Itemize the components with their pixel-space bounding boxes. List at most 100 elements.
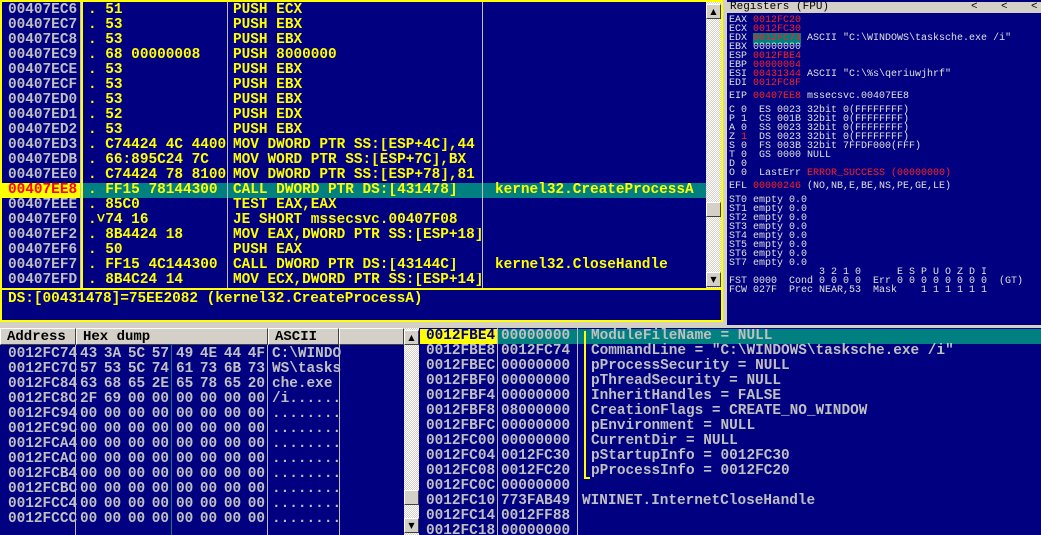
stack-row[interactable]: 0012FC04 0012FC30 pStartupInfo = 0012FC30 bbox=[420, 449, 1041, 464]
disassembly-row[interactable]: 00407EEE . 85C0 TEST EAX,EAX bbox=[2, 198, 706, 213]
stack-comment: CommandLine = "C:\WINDOWS\tasksche.exe /… bbox=[591, 343, 954, 359]
instruction-hex: .˅74 16 bbox=[88, 213, 149, 228]
instruction-text: MOV DWORD PTR SS:[ESP+78],81 bbox=[233, 168, 475, 183]
instruction-address: 00407ECE bbox=[8, 62, 78, 78]
stack-row[interactable]: 0012FBFC 00000000 pEnvironment = NULL bbox=[420, 419, 1041, 434]
register-text: FCW 027F Prec NEAR,53 Mask 1 1 1 1 1 1 bbox=[729, 285, 988, 296]
stack-row[interactable]: 0012FC18 00000000 bbox=[420, 524, 1041, 535]
disassembly-row[interactable]: 00407ED1 . 52 PUSH EDX bbox=[2, 108, 706, 123]
disassembly-row[interactable]: 00407ECE . 53 PUSH EBX bbox=[2, 63, 706, 78]
arrow-left-button[interactable]: < bbox=[1031, 2, 1038, 13]
disassembly-row[interactable]: 00407ED2 . 53 PUSH EBX bbox=[2, 123, 706, 138]
dump-row[interactable]: 0012FC8C 2F 69 00 00 00 00 00 00/i...... bbox=[0, 392, 404, 407]
disassembly-row[interactable]: 00407EF0 .˅74 16 JE SHORT mssecsvc.00407F0… bbox=[2, 213, 706, 228]
column-header-hex-dump[interactable]: Hex dump bbox=[76, 328, 268, 345]
dump-row[interactable]: 0012FCB4 00 00 00 00 00 00 00 00........ bbox=[0, 467, 404, 482]
stack-row[interactable]: 0012FC14 0012FF88 bbox=[420, 509, 1041, 524]
register-text: EIP bbox=[729, 91, 754, 102]
arrow-left-button[interactable]: < bbox=[1001, 2, 1008, 13]
dump-scrollbar[interactable]: ▲ ▼ bbox=[404, 328, 419, 535]
register-value[interactable]: ERROR_SUCCESS (00000000) bbox=[807, 168, 951, 179]
instruction-text: PUSH EBX bbox=[233, 33, 303, 48]
register-line[interactable]: EFL 00000246 (NO,NB,E,BE,NS,PE,GE,LE) bbox=[729, 181, 951, 192]
dump-row[interactable]: 0012FC84 63 68 65 2E 65 78 65 20 che.exe bbox=[0, 377, 404, 392]
register-line[interactable]: EIP 00407EE8 mssecsvc.00407EE8 bbox=[729, 91, 909, 102]
stack-row[interactable]: 0012FBF0 00000000 pThreadSecurity = NULL bbox=[420, 374, 1041, 389]
scroll-up-button[interactable]: ▲ bbox=[404, 330, 419, 345]
dump-row[interactable]: 0012FCBC 00 00 00 00 00 00 00 00........ bbox=[0, 482, 404, 497]
disassembly-row[interactable]: 00407EFD . 8B4C24 14 MOV ECX,DWORD PTR SS:… bbox=[2, 273, 706, 288]
register-value[interactable]: 00407EE8 bbox=[753, 91, 801, 102]
dump-row[interactable]: 0012FCA4 00 00 00 00 00 00 00 00........ bbox=[0, 437, 404, 452]
scroll-down-button[interactable]: ▼ bbox=[404, 518, 419, 533]
dump-ascii: ........ bbox=[272, 481, 342, 497]
memory-dump-pane[interactable]: Address Hex dump ASCII 0012FC74 43 3A 5C … bbox=[0, 328, 420, 535]
dump-row[interactable]: 0012FC9C 00 00 00 00 00 00 00 00........ bbox=[0, 422, 404, 437]
disassembly-row[interactable]: 00407EE0 . C74424 78 810000 MOV DWORD PTR … bbox=[2, 168, 706, 183]
stack-pane[interactable]: 0012FBE4 00000000 ModuleFileName = NULL 001… bbox=[420, 328, 1041, 535]
stack-value: 00000000 bbox=[501, 523, 571, 535]
disassembly-row[interactable]: 00407EDB . 66:895C24 7C MOV WORD PTR SS:[E… bbox=[2, 153, 706, 168]
disassembly-row[interactable]: 00407ECF . 53 PUSH EBX bbox=[2, 78, 706, 93]
stack-row[interactable]: 0012FBF4 00000000 InheritHandles = FALSE bbox=[420, 389, 1041, 404]
column-header-address[interactable]: Address bbox=[0, 328, 76, 345]
disassembly-row[interactable]: 00407EC7 . 53 PUSH EBX bbox=[2, 18, 706, 33]
instruction-text: MOV WORD PTR SS:[ESP+7C],BX bbox=[233, 153, 467, 168]
disassembly-scrollbar[interactable]: ▲ ▼ bbox=[706, 2, 721, 288]
dump-hex-1: 63 68 65 2E bbox=[80, 376, 169, 392]
stack-row[interactable]: 0012FC00 00000000 CurrentDir = NULL bbox=[420, 434, 1041, 449]
dump-row[interactable]: 0012FC7C 57 53 5C 74 61 73 6B 73 WS\tasks bbox=[0, 362, 404, 377]
disassembly-row[interactable]: 00407ED0 . 53 PUSH EBX bbox=[2, 93, 706, 108]
dump-hex-2: 00 00 00 00 bbox=[176, 406, 265, 422]
pane-divider bbox=[2, 288, 721, 290]
dump-hex-1: 00 00 00 00 bbox=[80, 406, 169, 422]
register-line[interactable]: EDI 0012FC8F bbox=[729, 78, 801, 89]
register-value[interactable]: 00000246 bbox=[753, 181, 801, 192]
stack-address: 0012FC00 bbox=[426, 433, 496, 449]
instruction-address: 00407EEE bbox=[8, 197, 78, 213]
stack-row[interactable]: 0012FC08 0012FC20 pProcessInfo = 0012FC20 bbox=[420, 464, 1041, 479]
column-header-ascii[interactable]: ASCII bbox=[268, 328, 339, 345]
registers-title: Registers (FPU) bbox=[730, 1, 830, 13]
register-value[interactable]: 0012FC8F bbox=[753, 78, 801, 89]
disassembly-row[interactable]: 00407EF6 . 50 PUSH EAX bbox=[2, 243, 706, 258]
stack-row[interactable]: 0012FBE4 00000000 ModuleFileName = NULL bbox=[420, 329, 1041, 344]
column-divider bbox=[171, 345, 172, 535]
register-line[interactable]: O 0 LastErr ERROR_SUCCESS (00000000) bbox=[729, 168, 951, 179]
scroll-thumb[interactable] bbox=[706, 202, 721, 217]
dump-row[interactable]: 0012FC74 43 3A 5C 57 49 4E 44 4F C:\WINDO bbox=[0, 347, 404, 362]
disassembly-row[interactable]: 00407EE8 . FF15 78144300 CALL DWORD PTR DS… bbox=[2, 183, 706, 198]
stack-value: 0012FC30 bbox=[501, 448, 571, 464]
registers-pane[interactable]: Registers (FPU) < < < EAX 0012FC20 ECX 00… bbox=[727, 0, 1041, 325]
dump-row[interactable]: 0012FCCC 00 00 00 00 00 00 00 00........ bbox=[0, 512, 404, 527]
arrow-left-button[interactable]: < bbox=[971, 2, 978, 13]
register-line[interactable]: FCW 027F Prec NEAR,53 Mask 1 1 1 1 1 1 bbox=[729, 285, 988, 296]
instruction-hex: . 53 bbox=[88, 33, 123, 48]
stack-row[interactable]: 0012FC0C 00000000 bbox=[420, 479, 1041, 494]
stack-address: 0012FBFC bbox=[426, 418, 496, 434]
stack-row[interactable]: 0012FBEC 00000000 pProcessSecurity = NULL bbox=[420, 359, 1041, 374]
disassembly-row[interactable]: 00407EF7 . FF15 4C144300 CALL DWORD PTR DS… bbox=[2, 258, 706, 273]
instruction-address: 00407EF2 bbox=[8, 227, 78, 243]
disassembly-row[interactable]: 00407EF2 . 8B4424 18 MOV EAX,DWORD PTR SS:… bbox=[2, 228, 706, 243]
stack-comment: WININET.InternetCloseHandle bbox=[582, 493, 816, 509]
dump-hex-1: 00 00 00 00 bbox=[80, 436, 169, 452]
stack-comment: pProcessInfo = 0012FC20 bbox=[591, 463, 790, 479]
scroll-up-button[interactable]: ▲ bbox=[706, 4, 721, 19]
instruction-address: 00407ED3 bbox=[8, 137, 78, 153]
disassembly-row[interactable]: 00407EC9 . 68 00000008 PUSH 8000000 bbox=[2, 48, 706, 63]
disassembly-row[interactable]: 00407EC8 . 53 PUSH EBX bbox=[2, 33, 706, 48]
scroll-down-button[interactable]: ▼ bbox=[706, 272, 721, 287]
stack-row[interactable]: 0012FBF8 08000000 CreationFlags = CREATE_N… bbox=[420, 404, 1041, 419]
dump-row[interactable]: 0012FCC4 00 00 00 00 00 00 00 00........ bbox=[0, 497, 404, 512]
dump-hex-2: 49 4E 44 4F bbox=[176, 346, 265, 362]
dump-row[interactable]: 0012FCAC 00 00 00 00 00 00 00 00........ bbox=[0, 452, 404, 467]
scroll-thumb[interactable] bbox=[404, 490, 419, 505]
dump-row[interactable]: 0012FC94 00 00 00 00 00 00 00 00........ bbox=[0, 407, 404, 422]
disassembly-row[interactable]: 00407ED3 . C74424 4C 440000 MOV DWORD PTR … bbox=[2, 138, 706, 153]
stack-comment: pProcessSecurity = NULL bbox=[591, 358, 790, 374]
disassembly-pane[interactable]: 00407EC6 . 51 PUSH ECX 00407EC7 . 53 PUSH EBX… bbox=[0, 0, 723, 322]
stack-row[interactable]: 0012FC10 773FAB49 WININET.InternetCloseHan… bbox=[420, 494, 1041, 509]
disassembly-row[interactable]: 00407EC6 . 51 PUSH ECX bbox=[2, 3, 706, 18]
stack-row[interactable]: 0012FBE8 0012FC74 CommandLine = "C:\WINDOW… bbox=[420, 344, 1041, 359]
